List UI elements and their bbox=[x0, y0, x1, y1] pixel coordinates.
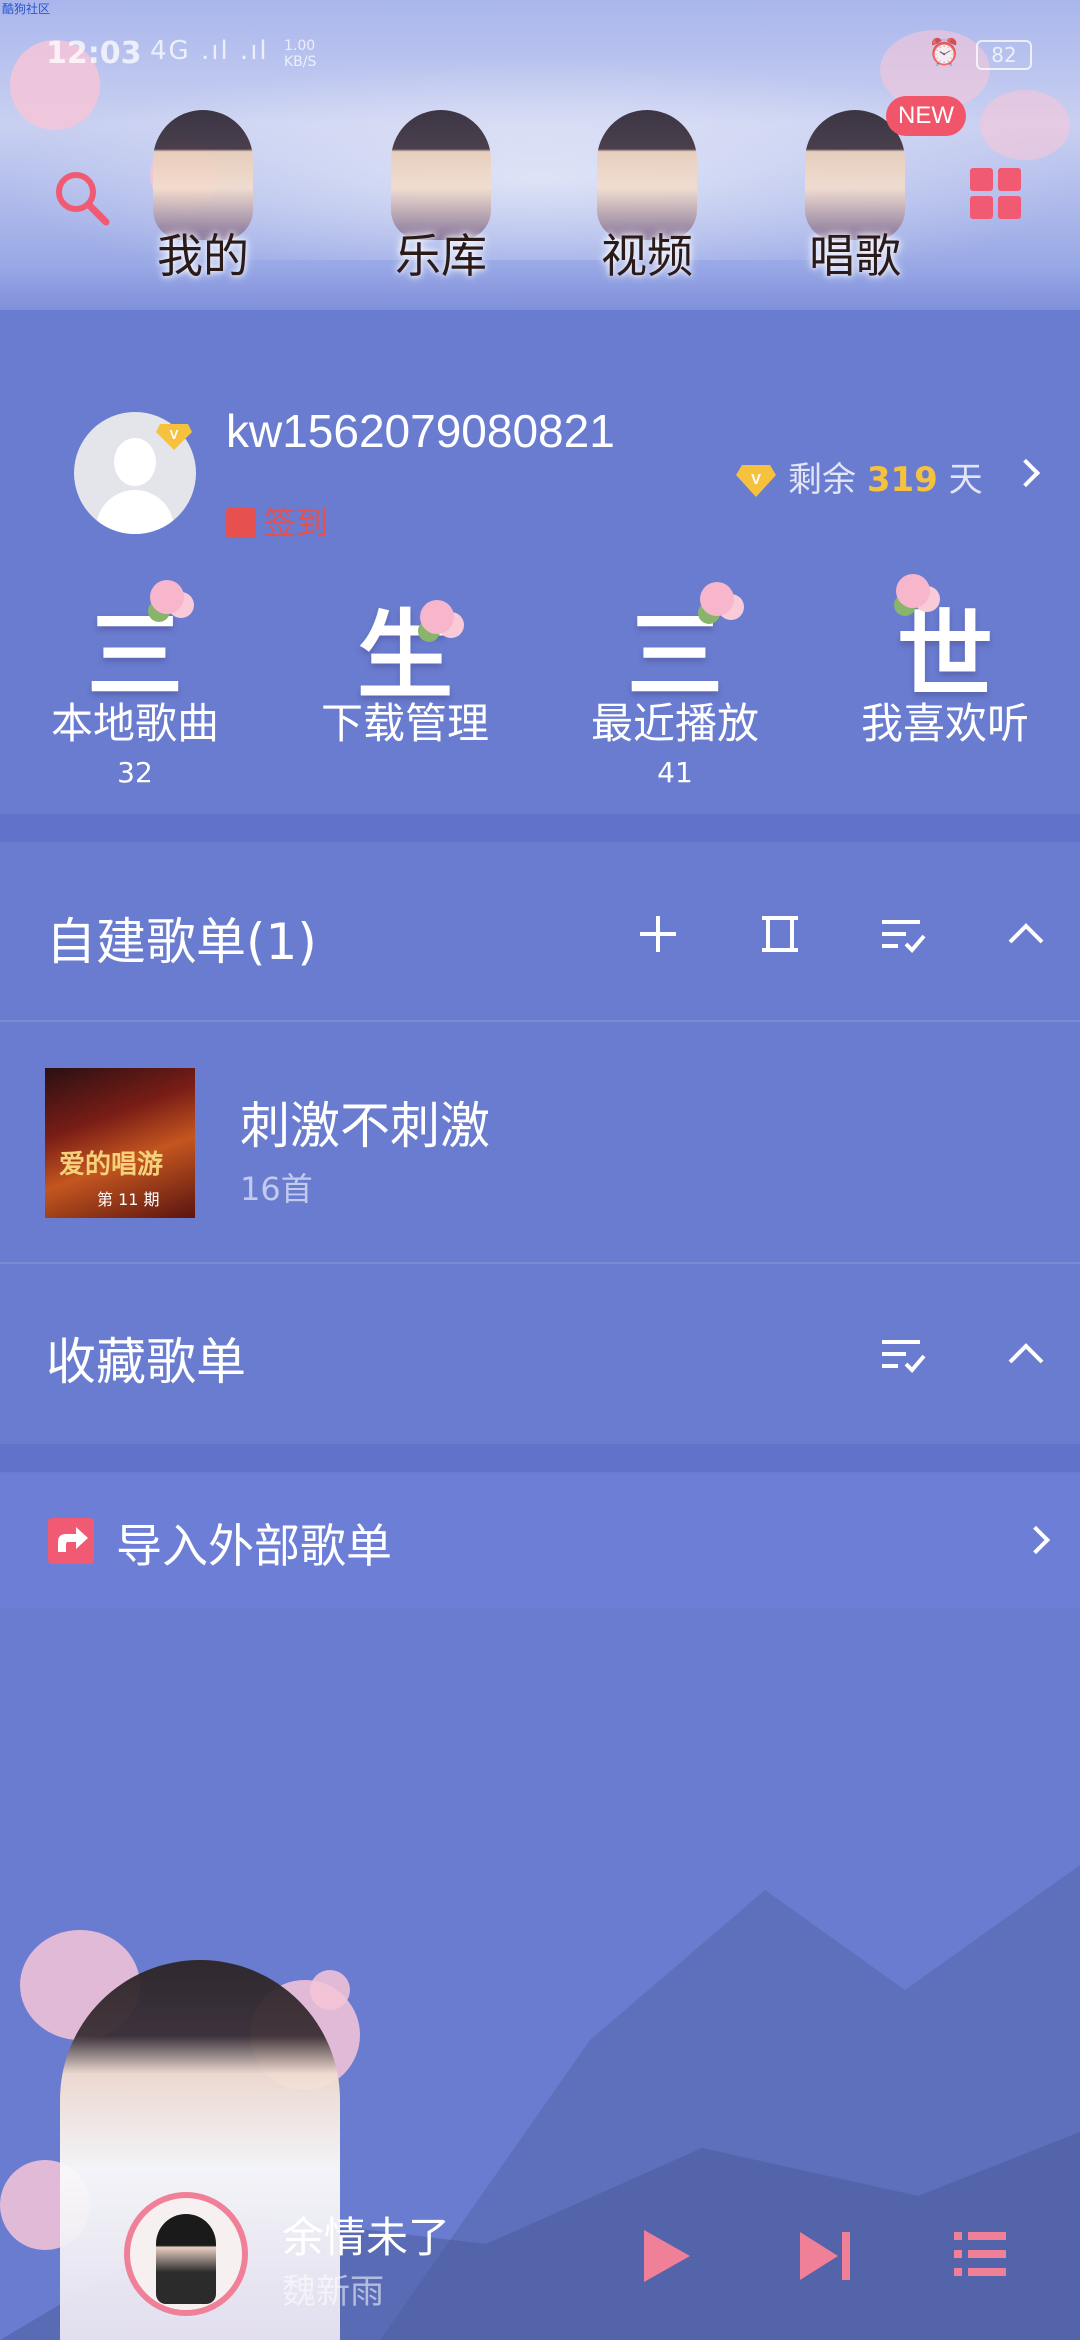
tile-label: 最近播放 bbox=[590, 699, 759, 748]
tab-label: 视频 bbox=[601, 229, 693, 283]
tile-favorites[interactable]: 世 我喜欢听 bbox=[810, 560, 1080, 800]
gift-icon bbox=[226, 508, 256, 538]
cover-episode: 第 11 期 bbox=[97, 1190, 160, 1209]
playlist-count: 16首 bbox=[240, 1170, 313, 1208]
playlist-name[interactable]: 刺激不刺激 bbox=[240, 1086, 490, 1158]
checkin-button[interactable]: 签到 bbox=[226, 498, 328, 544]
status-time: 12:03 bbox=[46, 36, 142, 71]
vip-crown-icon: V bbox=[156, 420, 192, 450]
tab-label: 唱歌 bbox=[809, 229, 901, 283]
section-title-favorites: 收藏歌单 bbox=[46, 1333, 246, 1391]
signal-icon: 4G .ıl .ıl bbox=[150, 36, 269, 66]
import-playlist-row[interactable]: 导入外部歌单 bbox=[0, 1474, 1080, 1608]
album-art-disc[interactable] bbox=[124, 2192, 248, 2316]
svg-text:V: V bbox=[170, 427, 179, 442]
search-icon[interactable] bbox=[52, 168, 112, 228]
vip-days: 319 bbox=[866, 460, 938, 500]
section-title-self-built: 自建歌单(1) bbox=[46, 913, 317, 971]
chevron-up-icon[interactable] bbox=[996, 904, 1056, 964]
play-icon[interactable] bbox=[636, 2226, 696, 2286]
tile-label: 下载管理 bbox=[320, 699, 489, 748]
now-playing-title[interactable]: 余情未了 bbox=[282, 2204, 450, 2265]
blossom-decoration bbox=[980, 90, 1070, 160]
import-arrow-icon bbox=[48, 1518, 94, 1564]
vip-prefix: 剩余 bbox=[788, 460, 856, 500]
now-playing-artist: 魏新雨 bbox=[282, 2272, 384, 2312]
tile-count: 32 bbox=[117, 756, 153, 789]
tab-music-library[interactable]: 乐库 bbox=[356, 70, 526, 290]
network-speed-value: 1.00 bbox=[284, 38, 316, 54]
tile-count: 41 bbox=[657, 756, 693, 789]
section-divider bbox=[0, 814, 1080, 842]
tab-video[interactable]: 视频 bbox=[562, 70, 732, 290]
tile-download-manager[interactable]: 生 下载管理 bbox=[270, 560, 540, 800]
svg-text:V: V bbox=[751, 471, 761, 488]
playlist-cover[interactable]: 爱的唱游 第 11 期 bbox=[45, 1068, 195, 1218]
next-track-icon[interactable] bbox=[796, 2226, 860, 2286]
tab-label: 乐库 bbox=[395, 229, 487, 283]
battery-icon: 82 bbox=[976, 40, 1032, 70]
flower-decoration bbox=[896, 574, 930, 608]
flower-decoration bbox=[150, 580, 184, 614]
tile-local-songs[interactable]: 三 本地歌曲 32 bbox=[0, 560, 270, 800]
sort-list-icon[interactable] bbox=[872, 904, 932, 964]
username[interactable]: kw1562079080821 bbox=[226, 404, 615, 458]
flower-decoration bbox=[700, 582, 734, 616]
import-label: 导入外部歌单 bbox=[116, 1519, 392, 1573]
flower-decoration bbox=[420, 600, 454, 634]
checkin-label: 签到 bbox=[264, 504, 329, 542]
network-speed: 1.00 KB/S bbox=[284, 38, 316, 70]
chevron-right-icon[interactable] bbox=[1011, 458, 1041, 488]
scroll-manage-icon[interactable] bbox=[750, 904, 810, 964]
chevron-up-icon[interactable] bbox=[996, 1324, 1056, 1384]
new-badge: NEW bbox=[886, 96, 966, 136]
chevron-right-icon bbox=[1021, 1525, 1051, 1555]
tab-label: 我的 bbox=[157, 229, 249, 283]
sort-list-icon[interactable] bbox=[872, 1324, 932, 1384]
row-divider bbox=[0, 1262, 1080, 1264]
cover-title: 爱的唱游 bbox=[59, 1150, 164, 1180]
playlist-queue-icon[interactable] bbox=[952, 2226, 1008, 2282]
tab-mine[interactable]: 我的 bbox=[118, 70, 288, 290]
vip-remaining[interactable]: V 剩余 319 天 bbox=[736, 452, 983, 501]
tile-recent-plays[interactable]: 三 最近播放 41 bbox=[540, 560, 810, 800]
section-divider bbox=[0, 1444, 1080, 1472]
add-playlist-icon[interactable] bbox=[628, 904, 688, 964]
tile-label: 本地歌曲 bbox=[50, 699, 219, 748]
network-speed-unit: KB/S bbox=[284, 54, 317, 70]
tile-label: 我喜欢听 bbox=[860, 699, 1029, 748]
alarm-icon: ⏰ bbox=[928, 38, 961, 68]
row-divider bbox=[0, 1020, 1080, 1022]
vip-diamond-icon: V bbox=[736, 463, 776, 497]
vip-suffix: 天 bbox=[948, 460, 983, 500]
watermark: 酷狗社区 bbox=[2, 2, 51, 16]
grid-menu-icon[interactable] bbox=[970, 168, 1022, 220]
